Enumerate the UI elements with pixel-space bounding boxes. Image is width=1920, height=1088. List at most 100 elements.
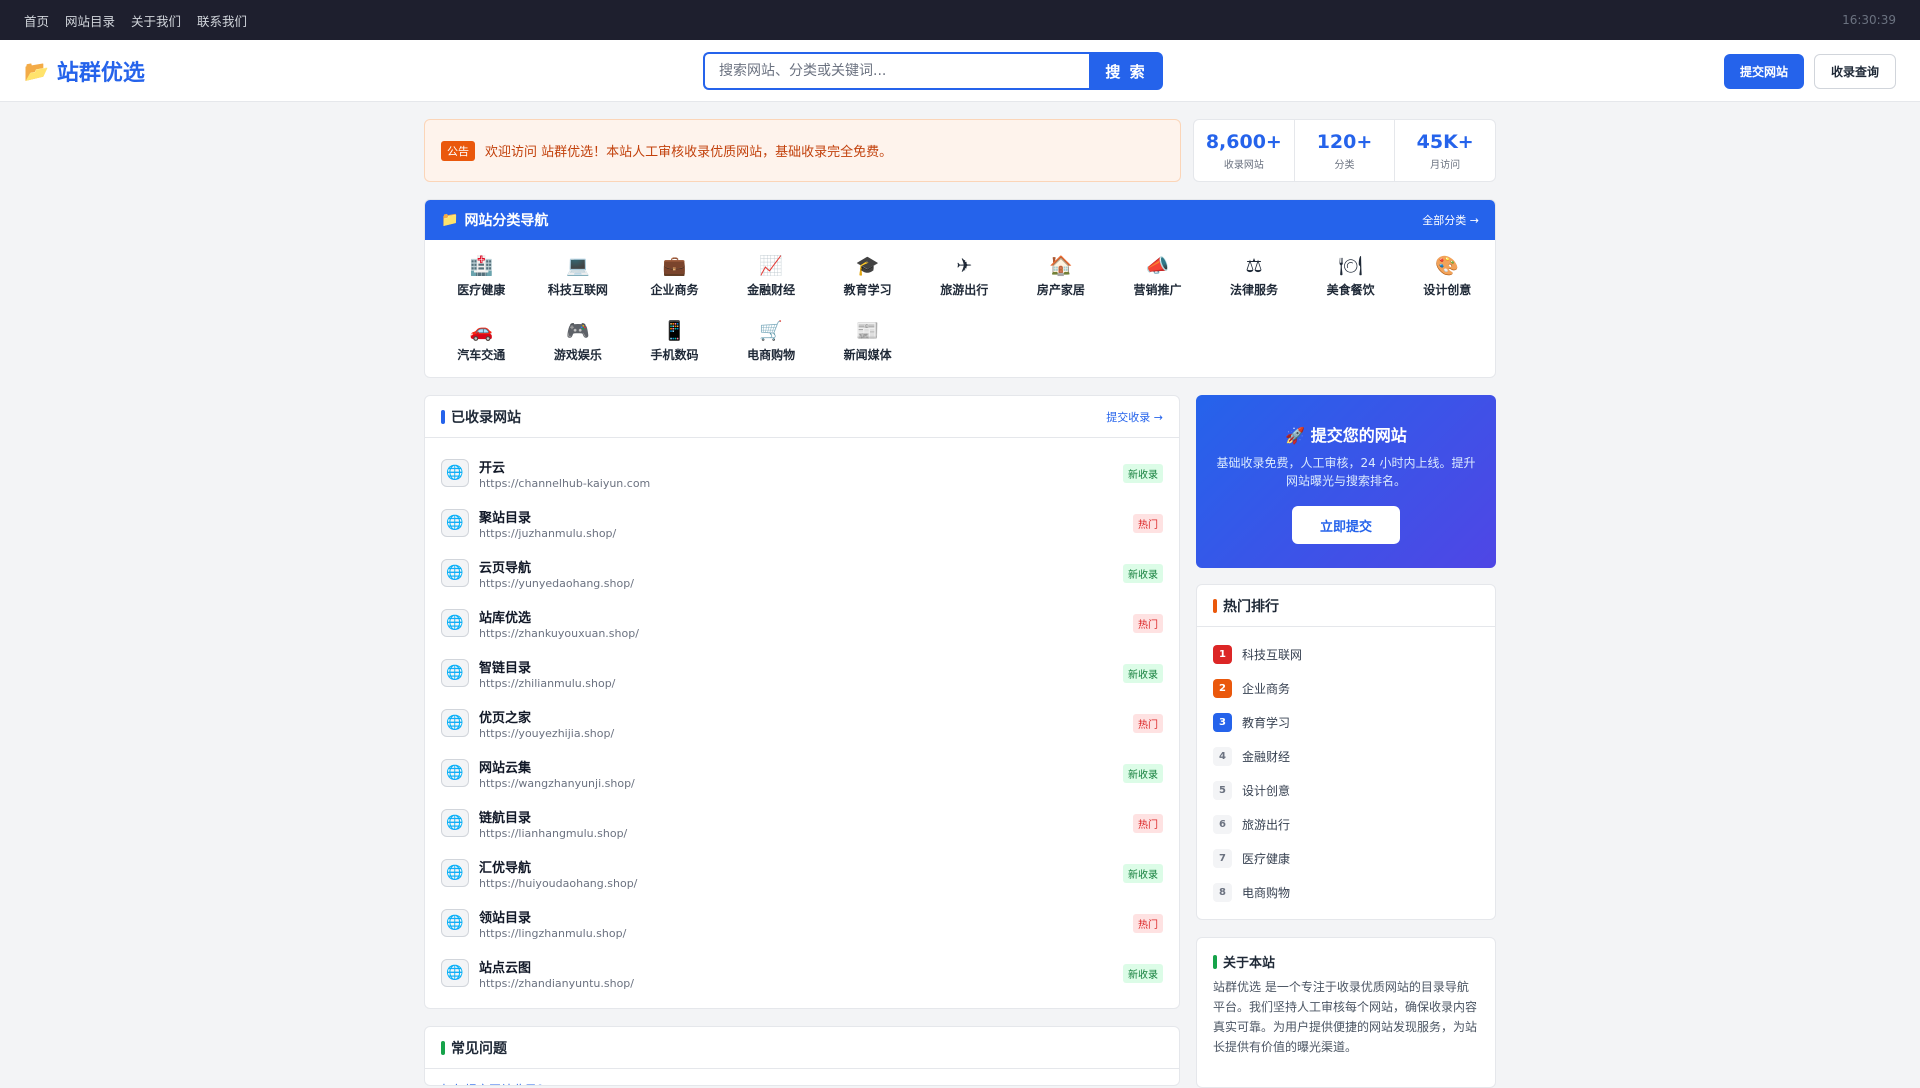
site-row[interactable]: 🌐 优页之家 https://youyezhijia.shop/热门 — [441, 698, 1163, 748]
ranking-item[interactable]: 4 金融财经 — [1213, 739, 1479, 773]
site-url[interactable]: https://zhilianmulu.shop/ — [479, 677, 1113, 690]
stat-label: 分类 — [1334, 159, 1355, 171]
site-url[interactable]: https://zhandianyuntu.shop/ — [479, 977, 1113, 990]
site-logo[interactable]: 📂 站群优选 — [24, 55, 145, 87]
site-url[interactable]: https://lingzhanmulu.shop/ — [479, 927, 1123, 940]
category-item[interactable]: 🏥 医疗健康 — [433, 250, 530, 307]
site-row[interactable]: 🌐 链航目录 https://lianhangmulu.shop/热门 — [441, 798, 1163, 848]
category-item[interactable]: 🚗 汽车交通 — [433, 315, 530, 372]
site-badge: 新收录 — [1123, 463, 1163, 483]
site-info: 站点云图 https://zhandianyuntu.shop/ — [479, 957, 1113, 990]
query-index-button[interactable]: 收录查询 — [1813, 54, 1896, 89]
site-row[interactable]: 🌐 领站目录 https://lingzhanmulu.shop/热门 — [441, 898, 1163, 948]
top-nav-about[interactable]: 关于我们 — [131, 11, 181, 30]
ranking-panel: 热门排行 1 科技互联网 2 企业商务 3 教育学习 4 金融财经 5 设计创意 6 旅游出行 7 医疗健… — [1196, 584, 1496, 920]
category-label: 企业商务 — [650, 283, 699, 297]
site-url[interactable]: https://wangzhanyunji.shop/ — [479, 777, 1113, 790]
category-item[interactable]: 🍽 美食餐饮 — [1302, 250, 1399, 307]
site-info: 网站云集 https://wangzhanyunji.shop/ — [479, 757, 1113, 790]
site-name[interactable]: 链航目录 — [479, 807, 1123, 826]
site-row[interactable]: 🌐 聚站目录 https://juzhanmulu.shop/热门 — [441, 498, 1163, 548]
folder-icon: 📂 — [24, 58, 49, 83]
about-panel: 关于本站 站群优选 是一个专注于收录优质网站的目录导航平台。我们坚持人工审核每个… — [1196, 937, 1496, 1088]
site-name[interactable]: 优页之家 — [479, 707, 1123, 726]
category-item[interactable]: 📣 营销推广 — [1109, 250, 1206, 307]
rank-number: 8 — [1213, 882, 1232, 902]
site-info: 站库优选 https://zhankuyouxuan.shop/ — [479, 607, 1123, 640]
ranking-item[interactable]: 7 医疗健康 — [1213, 841, 1479, 875]
clock-time: 16:30:39 — [1842, 13, 1896, 27]
category-item[interactable]: 🏠 房产家居 — [1013, 250, 1110, 307]
rank-label: 旅游出行 — [1242, 817, 1291, 832]
site-row[interactable]: 🌐 汇优导航 https://huiyoudaohang.shop/新收录 — [441, 848, 1163, 898]
category-item[interactable]: 📱 手机数码 — [626, 315, 723, 372]
site-name[interactable]: 网站云集 — [479, 757, 1113, 776]
submit-now-button[interactable]: 立即提交 — [1292, 506, 1400, 544]
ranking-item[interactable]: 2 企业商务 — [1213, 671, 1479, 705]
category-item[interactable]: 🎮 游戏娱乐 — [530, 315, 627, 372]
site-row[interactable]: 🌐 开云 https://channelhub-kaiyun.com 新收录 — [441, 448, 1163, 498]
faq-question[interactable]: 如何提交网站收录？ — [425, 1069, 1179, 1085]
site-url[interactable]: https://huiyoudaohang.shop/ — [479, 877, 1113, 890]
stat-monthly-visits: 45K+ 月访问 — [1395, 120, 1495, 181]
title-accent-bar — [1213, 954, 1217, 969]
ranking-item[interactable]: 8 电商购物 — [1213, 875, 1479, 909]
category-item[interactable]: 🛒 电商购物 — [723, 315, 820, 372]
globe-icon: 🌐 — [441, 709, 469, 737]
category-item[interactable]: 📰 新闻媒体 — [819, 315, 916, 372]
search-button[interactable]: 搜 索 — [1089, 52, 1163, 90]
ranking-item[interactable]: 6 旅游出行 — [1213, 807, 1479, 841]
top-bar: 首页 网站目录 关于我们 联系我们 16:30:39 — [0, 0, 1920, 40]
category-item[interactable]: 💼 企业商务 — [626, 250, 723, 307]
site-name[interactable]: 聚站目录 — [479, 507, 1123, 526]
category-item[interactable]: ⚖ 法律服务 — [1206, 250, 1303, 307]
ranking-item[interactable]: 3 教育学习 — [1213, 705, 1479, 739]
site-name[interactable]: 智链目录 — [479, 657, 1113, 676]
site-name[interactable]: 站点云图 — [479, 957, 1113, 976]
indexed-sites-title: 已收录网站 — [441, 407, 521, 427]
site-name[interactable]: 开云 — [479, 457, 1113, 476]
site-name[interactable]: 领站目录 — [479, 907, 1123, 926]
site-header: 📂 站群优选 搜 索 提交网站 收录查询 — [0, 40, 1920, 102]
site-row[interactable]: 🌐 站库优选 https://zhankuyouxuan.shop/热门 — [441, 598, 1163, 648]
rank-number: 4 — [1213, 746, 1232, 766]
site-name: 站群优选 — [56, 60, 145, 86]
site-row[interactable]: 🌐 站点云图 https://zhandianyuntu.shop/新收录 — [441, 948, 1163, 998]
category-item[interactable]: 📈 金融财经 — [723, 250, 820, 307]
category-item[interactable]: 🎨 设计创意 — [1399, 250, 1495, 307]
top-nav-home[interactable]: 首页 — [24, 11, 49, 30]
rank-number: 6 — [1213, 814, 1232, 834]
site-url[interactable]: https://youyezhijia.shop/ — [479, 727, 1123, 740]
site-name[interactable]: 汇优导航 — [479, 857, 1113, 876]
site-url[interactable]: https://juzhanmulu.shop/ — [479, 527, 1123, 540]
category-item[interactable]: ✈ 旅游出行 — [916, 250, 1013, 307]
submit-site-button[interactable]: 提交网站 — [1723, 54, 1804, 89]
globe-icon: 🌐 — [441, 909, 469, 937]
site-list: 🌐 开云 https://channelhub-kaiyun.com 新收录 🌐 聚站目录… — [425, 438, 1179, 1008]
site-info: 领站目录 https://lingzhanmulu.shop/ — [479, 907, 1123, 940]
hospital-icon: 🏥 — [469, 255, 494, 277]
stat-categories: 120+ 分类 — [1295, 120, 1396, 181]
ranking-item[interactable]: 1 科技互联网 — [1213, 637, 1479, 671]
site-url[interactable]: https://zhankuyouxuan.shop/ — [479, 627, 1123, 640]
top-nav-directory[interactable]: 网站目录 — [65, 11, 115, 30]
all-categories-link[interactable]: 全部分类 → — [1422, 212, 1479, 228]
site-url[interactable]: https://yunyedaohang.shop/ — [479, 577, 1113, 590]
ranking-item[interactable]: 5 设计创意 — [1213, 773, 1479, 807]
category-item[interactable]: 🎓 教育学习 — [819, 250, 916, 307]
search-input[interactable] — [703, 52, 1089, 90]
site-row[interactable]: 🌐 智链目录 https://zhilianmulu.shop/新收录 — [441, 648, 1163, 698]
site-info: 聚站目录 https://juzhanmulu.shop/ — [479, 507, 1123, 540]
site-name[interactable]: 站库优选 — [479, 607, 1123, 626]
site-row[interactable]: 🌐 云页导航 https://yunyedaohang.shop/新收录 — [441, 548, 1163, 598]
category-item[interactable]: 💻 科技互联网 — [530, 250, 627, 307]
site-url[interactable]: https://lianhangmulu.shop/ — [479, 827, 1123, 840]
rank-number: 5 — [1213, 780, 1232, 800]
site-url[interactable]: https://channelhub-kaiyun.com — [479, 477, 1113, 490]
site-name[interactable]: 云页导航 — [479, 557, 1113, 576]
site-row[interactable]: 🌐 网站云集 https://wangzhanyunji.shop/新收录 — [441, 748, 1163, 798]
cart-icon: 🛒 — [759, 320, 783, 342]
stat-value: 120+ — [1316, 130, 1373, 153]
top-nav-contact[interactable]: 联系我们 — [197, 11, 247, 30]
submit-index-link[interactable]: 提交收录 → — [1106, 409, 1163, 425]
